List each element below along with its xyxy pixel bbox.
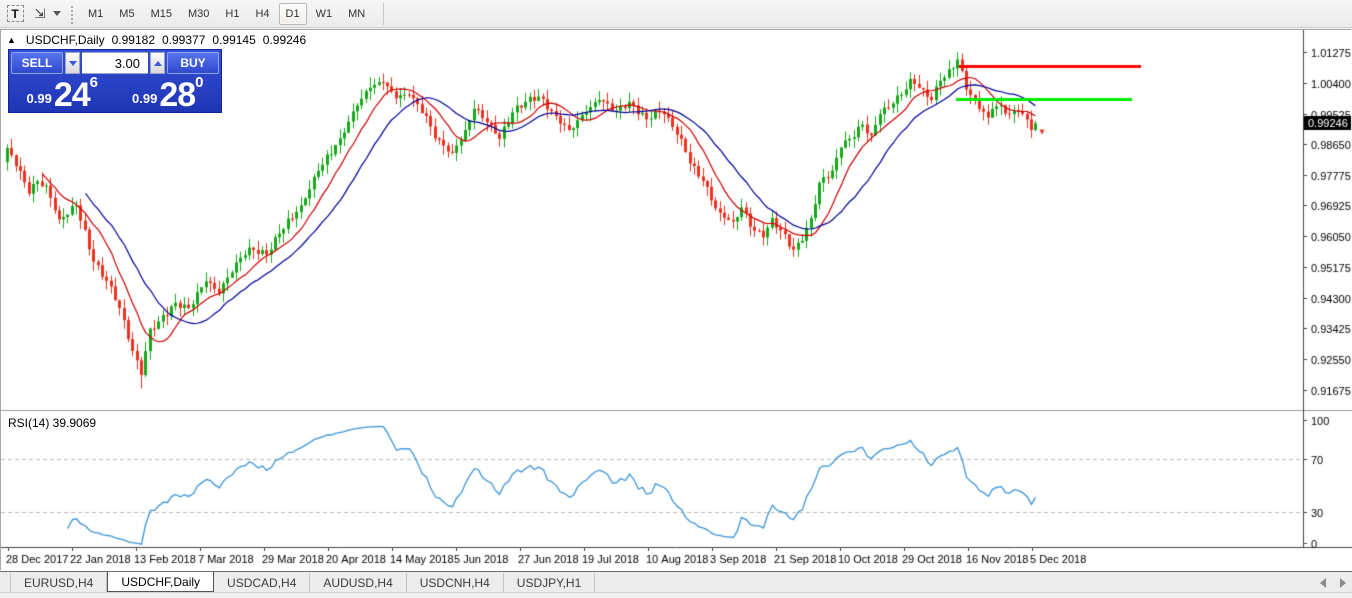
timeframe-button-m30[interactable]: M30: [181, 3, 216, 25]
ohlc-close-value: 0.99246: [263, 33, 306, 47]
mt4-terminal: { "toolbar": { "text_tool_label": "T", "…: [0, 0, 1352, 598]
collapse-panel-icon[interactable]: ▲: [7, 35, 16, 45]
tab-scroll-right-icon[interactable]: [1340, 578, 1346, 588]
ohlc-high-value: 0.99377: [162, 33, 205, 47]
ohlc-open-value: 0.99182: [112, 33, 155, 47]
tab-eurusd-h4[interactable]: EURUSD,H4: [10, 573, 107, 592]
buy-price-main: 0.99: [132, 91, 157, 106]
status-bar: [0, 592, 1352, 598]
text-tool-icon: T: [7, 5, 24, 22]
cursor-arrows-icon: ⇲: [35, 6, 44, 22]
timeframe-button-h4[interactable]: H4: [248, 3, 276, 25]
timeframe-button-w1[interactable]: W1: [309, 3, 340, 25]
tab-usdchf-daily[interactable]: USDCHF,Daily: [107, 572, 214, 592]
chart-tab-bar: EURUSD,H4 USDCHF,Daily USDCAD,H4 AUDUSD,…: [0, 571, 1352, 592]
timeframe-button-m15[interactable]: M15: [144, 3, 179, 25]
sell-price-main: 0.99: [27, 91, 52, 106]
spinner-down-icon: [69, 61, 77, 66]
buy-price-button[interactable]: 0.99 28 0: [117, 76, 220, 112]
chart-symbol-label: USDCHF,Daily: [26, 33, 105, 47]
tab-scroll-left-icon[interactable]: [1320, 578, 1326, 588]
sell-button[interactable]: SELL: [11, 52, 63, 74]
timeframe-button-d1[interactable]: D1: [279, 3, 307, 25]
toolbar-separator: [383, 3, 384, 25]
buy-price-big: 28: [159, 80, 195, 110]
cursor-tool-button[interactable]: ⇲: [28, 3, 50, 25]
buy-button[interactable]: BUY: [167, 52, 219, 74]
volume-decrease-button[interactable]: [65, 52, 80, 74]
volume-input[interactable]: 3.00: [82, 52, 148, 74]
toolbar-grip-handle[interactable]: [69, 4, 74, 24]
timeframe-button-mn[interactable]: MN: [341, 3, 372, 25]
timeframe-button-m5[interactable]: M5: [112, 3, 141, 25]
sell-price-sup: 6: [90, 74, 98, 91]
rsi-indicator-label: RSI(14) 39.9069: [6, 416, 98, 430]
tab-usdjpy-h1[interactable]: USDJPY,H1: [504, 573, 595, 592]
tab-usdcnh-h4[interactable]: USDCNH,H4: [407, 573, 504, 592]
buy-price-sup: 0: [195, 74, 203, 91]
tab-audusd-h4[interactable]: AUDUSD,H4: [310, 573, 406, 592]
timeframe-button-m1[interactable]: M1: [81, 3, 110, 25]
text-label-tool-button[interactable]: T: [4, 3, 26, 25]
chart-header: ▲ USDCHF,Daily 0.99182 0.99377 0.99145 0…: [7, 33, 310, 47]
tab-usdcad-h4[interactable]: USDCAD,H4: [214, 573, 310, 592]
cursor-tool-dropdown-icon[interactable]: [53, 11, 61, 16]
spinner-up-icon: [154, 61, 162, 66]
volume-increase-button[interactable]: [150, 52, 165, 74]
one-click-trading-panel: SELL 3.00 BUY 0.99 24 6 0.99 28 0: [8, 49, 222, 113]
top-toolbar: T ⇲ M1 M5 M15 M30 H1 H4 D1 W1 MN: [0, 0, 1352, 28]
timeframe-button-h1[interactable]: H1: [218, 3, 246, 25]
tab-scrollers: [1320, 572, 1346, 593]
sell-price-big: 24: [54, 80, 90, 110]
sell-price-button[interactable]: 0.99 24 6: [11, 76, 114, 112]
chart-window: ▲ USDCHF,Daily 0.99182 0.99377 0.99145 0…: [0, 29, 1351, 570]
ohlc-low-value: 0.99145: [212, 33, 255, 47]
